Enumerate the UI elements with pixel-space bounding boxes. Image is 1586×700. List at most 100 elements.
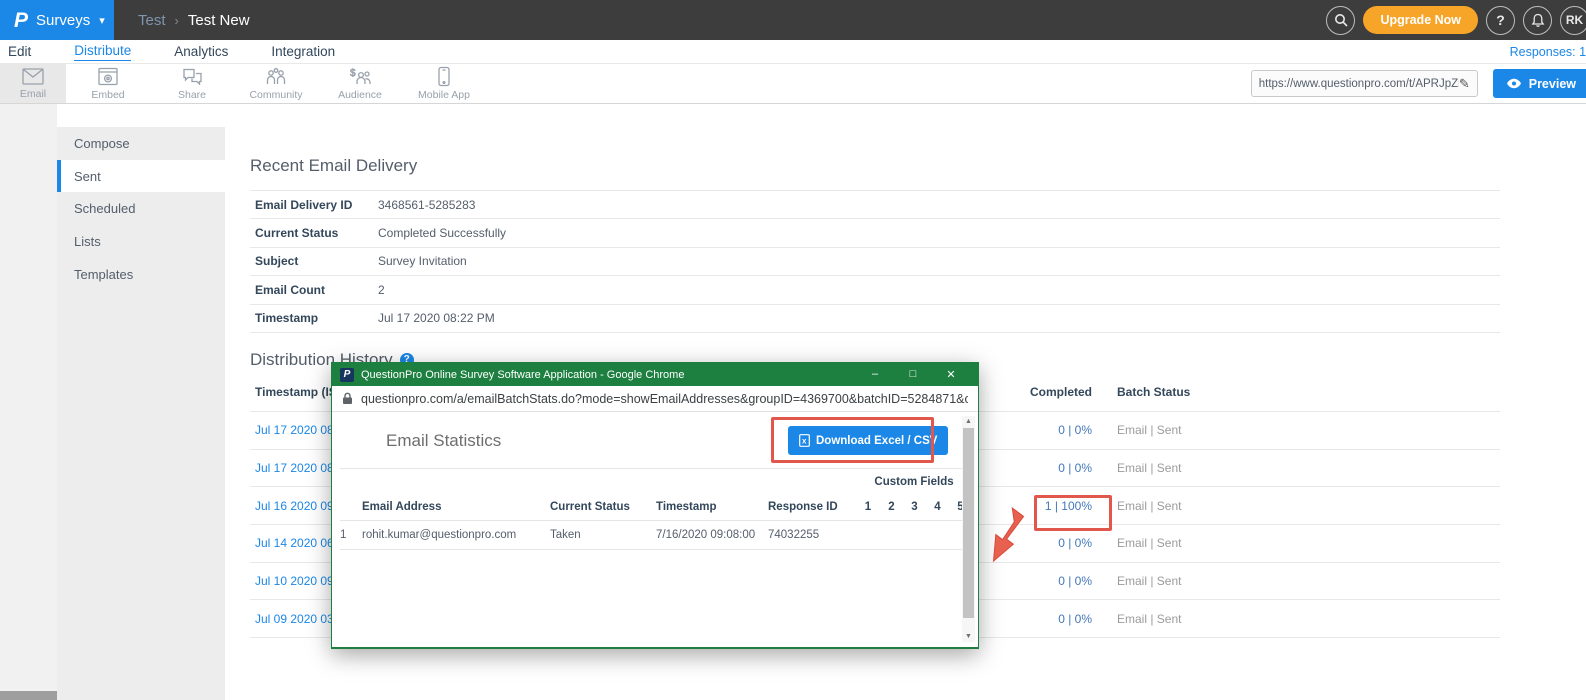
questionpro-favicon: P xyxy=(340,368,354,382)
embed-icon xyxy=(97,67,119,87)
field-value: 3468561-5285283 xyxy=(378,198,475,212)
popup-scrollbar[interactable]: ▲ ▼ xyxy=(962,416,975,642)
distribute-toolbar: Email Embed Share Community $ Audienc xyxy=(0,64,1586,104)
sidebar-item-templates[interactable]: Templates xyxy=(57,258,225,291)
completed-link[interactable]: 0 | 0% xyxy=(1058,536,1092,550)
completed-link[interactable]: 0 | 0% xyxy=(1058,574,1092,588)
toolbar-item-embed[interactable]: Embed xyxy=(66,64,150,103)
toolbar-right: ✎ Preview xyxy=(1251,64,1586,103)
table-row: 1 rohit.kumar@questionpro.com Taken 7/16… xyxy=(340,521,972,550)
toolbar-item-mobile-app[interactable]: Mobile App xyxy=(402,64,486,103)
row-status: Taken xyxy=(550,521,656,550)
toolbar-item-email[interactable]: Email xyxy=(0,64,66,103)
row-custom-4 xyxy=(926,521,949,550)
toolbar-label: Audience xyxy=(338,89,382,101)
batch-status: Email | Sent xyxy=(1117,612,1500,626)
sidebar-item-label: Compose xyxy=(74,136,130,151)
breadcrumb-separator: › xyxy=(175,13,179,28)
field-label: Current Status xyxy=(250,226,378,240)
completed-link[interactable]: 0 | 0% xyxy=(1058,461,1092,475)
audience-icon: $ xyxy=(348,67,372,87)
completed-link[interactable]: 0 | 0% xyxy=(1058,423,1092,437)
surveys-menu-button[interactable]: P Surveys ▾ xyxy=(0,0,114,40)
batch-status: Email | Sent xyxy=(1117,499,1500,513)
top-header: P Surveys ▾ Test › Test New Upgrade Now … xyxy=(0,0,1586,40)
sidebar-item-compose[interactable]: Compose xyxy=(57,127,225,160)
field-label: Subject xyxy=(250,254,378,268)
email-statistics-title: Email Statistics xyxy=(386,431,501,451)
sidebar-item-lists[interactable]: Lists xyxy=(57,225,225,258)
scroll-down-icon[interactable]: ▼ xyxy=(962,633,975,640)
maximize-button[interactable]: □ xyxy=(894,368,932,381)
custom-fields-label: Custom Fields xyxy=(856,469,972,495)
tab-distribute[interactable]: Distribute xyxy=(74,43,131,61)
notifications-button[interactable] xyxy=(1523,6,1552,35)
popup-titlebar[interactable]: P QuestionPro Online Survey Software App… xyxy=(332,363,978,386)
breadcrumb-current: Test New xyxy=(188,12,250,29)
popup-address-bar[interactable]: questionpro.com/a/emailBatchStats.do?mod… xyxy=(332,386,978,412)
batch-status: Email | Sent xyxy=(1117,536,1500,550)
help-button[interactable]: ? xyxy=(1486,6,1515,35)
toolbar-item-share[interactable]: Share xyxy=(150,64,234,103)
header-actions: Upgrade Now ? RK xyxy=(1326,6,1586,35)
column-header-custom-1: 1 xyxy=(856,495,880,521)
window-controls: – □ ✕ xyxy=(856,368,970,381)
column-header-status: Current Status xyxy=(550,495,656,521)
table-row: Current Status Completed Successfully xyxy=(250,219,1500,247)
page-body: Compose Sent Scheduled Lists Templates R… xyxy=(0,104,1586,700)
sidebar-item-label: Sent xyxy=(74,169,101,184)
survey-url-input[interactable] xyxy=(1259,78,1459,90)
minimize-button[interactable]: – xyxy=(856,368,894,381)
column-header-custom-3: 3 xyxy=(903,495,926,521)
bell-icon xyxy=(1531,13,1545,28)
edit-url-pencil-icon[interactable]: ✎ xyxy=(1459,76,1470,92)
question-mark-icon: ? xyxy=(1496,12,1505,28)
lock-icon xyxy=(342,392,353,405)
sidebar-item-sent[interactable]: Sent xyxy=(57,160,225,193)
preview-button[interactable]: Preview xyxy=(1493,69,1586,98)
email-sidebar: Compose Sent Scheduled Lists Templates xyxy=(57,127,225,700)
field-label: Email Count xyxy=(250,283,378,297)
close-button[interactable]: ✕ xyxy=(932,368,970,381)
row-custom-3 xyxy=(903,521,926,550)
responses-count-link[interactable]: Responses: 14 xyxy=(1510,45,1586,59)
completed-link[interactable]: 1 | 100% xyxy=(1045,499,1092,513)
sidebar-item-label: Lists xyxy=(74,234,101,249)
search-icon xyxy=(1334,13,1348,27)
preview-label: Preview xyxy=(1529,77,1576,91)
search-button[interactable] xyxy=(1326,6,1355,35)
download-excel-csv-button[interactable]: x Download Excel / CSV xyxy=(788,426,948,455)
avatar-initials: RK xyxy=(1566,13,1583,27)
download-label: Download Excel / CSV xyxy=(816,435,937,447)
sidebar-item-label: Templates xyxy=(74,267,133,282)
email-statistics-table: Custom Fields Email Address Current Stat… xyxy=(340,468,956,550)
completed-link[interactable]: 0 | 0% xyxy=(1058,612,1092,626)
email-statistics-popup-window: P QuestionPro Online Survey Software App… xyxy=(331,362,979,649)
custom-fields-row: Custom Fields xyxy=(340,469,972,495)
scrollbar-thumb[interactable] xyxy=(963,428,974,618)
tab-integration[interactable]: Integration xyxy=(271,44,335,59)
scroll-up-icon[interactable]: ▲ xyxy=(962,418,975,425)
sidebar-item-label: Scheduled xyxy=(74,201,135,216)
column-header-custom-4: 4 xyxy=(926,495,949,521)
excel-file-icon: x xyxy=(799,434,810,447)
table-row: Email Delivery ID 3468561-5285283 xyxy=(250,191,1500,219)
user-avatar[interactable]: RK xyxy=(1560,6,1586,35)
table-row: Timestamp Jul 17 2020 08:22 PM xyxy=(250,305,1500,333)
toolbar-item-community[interactable]: Community xyxy=(234,64,318,103)
toolbar-item-audience[interactable]: $ Audience xyxy=(318,64,402,103)
survey-url-box: ✎ xyxy=(1251,70,1478,97)
upgrade-now-button[interactable]: Upgrade Now xyxy=(1363,6,1478,34)
breadcrumb-parent[interactable]: Test xyxy=(138,12,166,29)
tab-analytics[interactable]: Analytics xyxy=(174,44,228,59)
chevron-down-icon: ▾ xyxy=(99,14,105,27)
table-row: Email Count 2 xyxy=(250,276,1500,304)
column-header-timestamp: Timestamp xyxy=(656,495,768,521)
toolbar-label: Email xyxy=(20,88,46,100)
sidebar-item-scheduled[interactable]: Scheduled xyxy=(57,192,225,225)
batch-status: Email | Sent xyxy=(1117,461,1500,475)
left-gutter xyxy=(0,104,57,700)
field-label: Timestamp xyxy=(250,311,378,325)
tab-edit[interactable]: Edit xyxy=(8,44,31,59)
surveys-label: Surveys xyxy=(36,12,90,29)
